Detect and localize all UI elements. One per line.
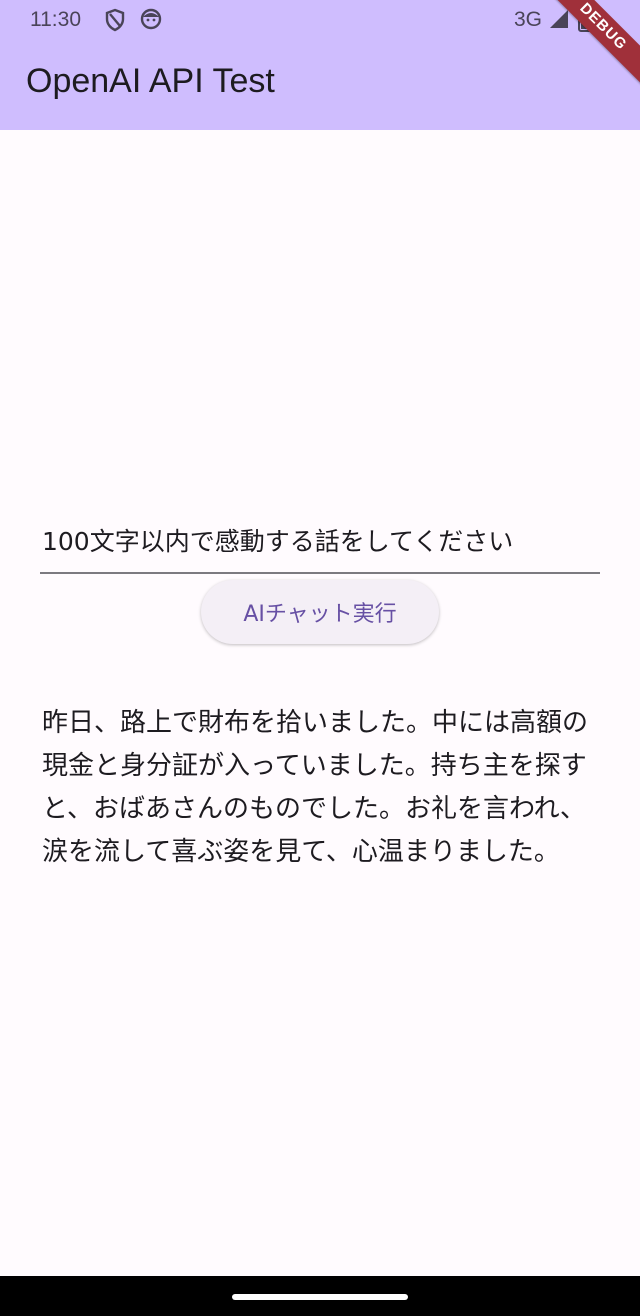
ai-response-text: 昨日、路上で財布を拾いました。中には高額の現金と身分証が入っていました。持ち主を… bbox=[42, 708, 589, 867]
face-icon bbox=[140, 8, 164, 32]
status-bar: 11:30 3G bbox=[0, 0, 640, 40]
app-bar: 11:30 3G OpenAI API Test DEBUG bbox=[0, 0, 640, 130]
prompt-input-value: 100文字以内で感動する話をしてください bbox=[42, 527, 514, 556]
home-gesture-handle[interactable] bbox=[232, 1294, 408, 1300]
navigation-bar bbox=[0, 1276, 640, 1316]
shield-icon bbox=[104, 8, 128, 32]
network-type: 3G bbox=[514, 8, 543, 31]
status-time: 11:30 bbox=[30, 8, 81, 31]
prompt-input[interactable]: 100文字以内で感動する話をしてください bbox=[40, 508, 600, 574]
app-title: OpenAI API Test bbox=[26, 62, 275, 100]
app-screen: 11:30 3G OpenAI API Test DEBUG 100文字以内で感… bbox=[0, 0, 640, 1316]
ai-chat-run-button[interactable]: AIチャット実行 bbox=[201, 580, 439, 644]
